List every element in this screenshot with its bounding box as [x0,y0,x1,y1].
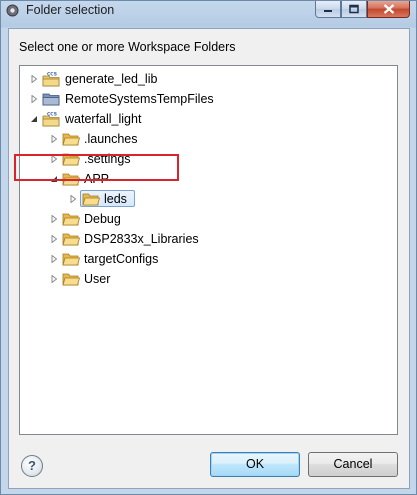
tree-item-label: leds [104,192,127,206]
folder-icon [62,213,80,226]
tree-item-remote-systems-temp-files[interactable]: RemoteSystemsTempFiles [20,89,397,109]
svg-text:CCS: CCS [47,112,57,118]
tree-item-label: generate_led_lib [65,72,158,86]
window-title: Folder selection [26,3,115,17]
collapse-arrow-icon[interactable] [30,115,38,123]
folder-icon [62,273,80,286]
title-bar[interactable]: Folder selection [1,1,416,21]
tree-item-label: Debug [84,212,121,226]
project-folder-icon [42,93,60,106]
tree-item-generate-led-lib[interactable]: CCS generate_led_lib [20,69,397,89]
maximize-button[interactable] [341,1,367,18]
expand-arrow-icon[interactable] [50,275,58,283]
expand-arrow-icon[interactable] [30,75,38,83]
tree-item-launches[interactable]: .launches [20,129,397,149]
tree-item-label: RemoteSystemsTempFiles [65,92,214,106]
expand-arrow-icon[interactable] [50,235,58,243]
dialog-client-area: Select one or more Workspace Folders CCS… [8,28,410,489]
expand-arrow-icon[interactable] [30,95,38,103]
ccs-project-icon: CCS [42,112,60,127]
tree-item-user[interactable]: User [20,269,397,289]
window-controls [315,1,410,19]
close-icon [383,4,394,14]
tree-item-dsp2833x-libraries[interactable]: DSP2833x_Libraries [20,229,397,249]
expand-arrow-icon[interactable] [50,255,58,263]
ccs-project-icon: CCS [42,72,60,87]
ok-button[interactable]: OK [210,452,300,477]
close-button[interactable] [367,1,410,18]
folder-icon [62,233,80,246]
expand-arrow-icon[interactable] [69,195,77,203]
tree-item-target-configs[interactable]: targetConfigs [20,249,397,269]
folder-selection-dialog: Folder selection Select one or more Work… [0,0,417,495]
folder-icon [62,253,80,266]
tree-item-label: DSP2833x_Libraries [84,232,199,246]
expand-arrow-icon[interactable] [50,215,58,223]
expand-arrow-icon[interactable] [50,135,58,143]
svg-text:CCS: CCS [47,72,57,78]
minimize-icon [324,10,332,12]
eclipse-gear-icon [6,4,19,17]
tree-item-debug[interactable]: Debug [20,209,397,229]
folder-icon [82,193,100,206]
help-button[interactable]: ? [21,455,43,477]
help-icon: ? [28,458,36,473]
annotation-highlight-box [14,154,179,181]
dialog-prompt: Select one or more Workspace Folders [19,40,236,54]
tree-item-label: .launches [84,132,138,146]
tree-item-label: User [84,272,111,286]
minimize-button[interactable] [315,1,341,18]
tree-item-label: waterfall_light [65,112,142,126]
cancel-button[interactable]: Cancel [308,452,398,477]
workspace-folder-tree[interactable]: CCS generate_led_lib RemoteSystemsTempFi… [19,65,398,435]
tree-item-waterfall-light[interactable]: CCS waterfall_light [20,109,397,129]
tree-item-leds[interactable]: leds [20,189,397,209]
maximize-icon [349,4,359,14]
folder-icon [62,133,80,146]
tree-item-label: targetConfigs [84,252,159,266]
